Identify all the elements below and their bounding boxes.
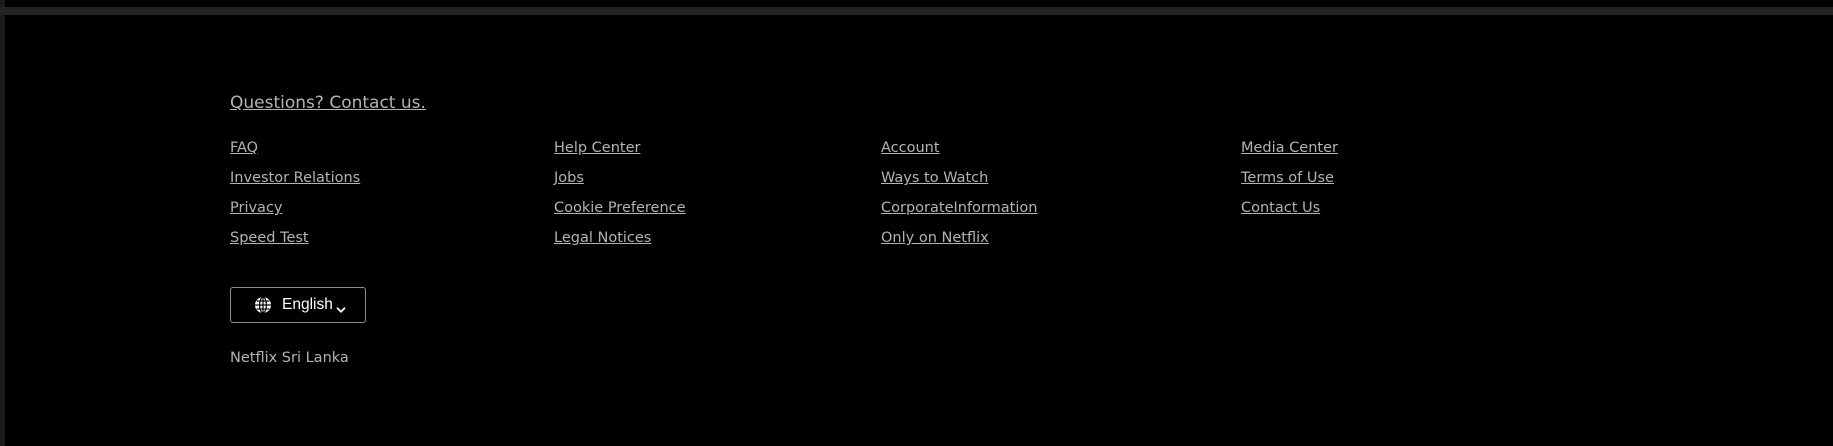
footer-link-investor-relations[interactable]: Investor Relations (230, 169, 360, 199)
netflix-footer-page: Questions? Contact us. FAQ Investor Rela… (0, 0, 1833, 446)
chevron-down-icon (336, 300, 346, 313)
footer-link-cookie-preference[interactable]: Cookie Preference (554, 199, 686, 229)
left-edge-bar (0, 0, 5, 446)
footer-link-help-center[interactable]: Help Center (554, 139, 686, 169)
footer-column-1: FAQ Investor Relations Privacy Speed Tes… (230, 139, 360, 259)
globe-icon (254, 296, 272, 314)
footer-column-2: Help Center Jobs Cookie Preference Legal… (554, 139, 686, 259)
footer-link-only-on-netflix[interactable]: Only on Netflix (881, 229, 1037, 259)
footer-link-contact-us[interactable]: Contact Us (1241, 199, 1338, 229)
footer-link-speed-test[interactable]: Speed Test (230, 229, 360, 259)
footer-link-ways-to-watch[interactable]: Ways to Watch (881, 169, 1037, 199)
footer-column-3: Account Ways to Watch CorporateInformati… (881, 139, 1037, 259)
footer-link-jobs[interactable]: Jobs (554, 169, 686, 199)
footer-column-4: Media Center Terms of Use Contact Us (1241, 139, 1338, 229)
top-divider-bar (0, 7, 1833, 15)
footer-link-account[interactable]: Account (881, 139, 1037, 169)
footer-link-corporate-information[interactable]: CorporateInformation (881, 199, 1037, 229)
footer-link-media-center[interactable]: Media Center (1241, 139, 1338, 169)
country-label: Netflix Sri Lanka (230, 350, 349, 366)
footer-link-legal-notices[interactable]: Legal Notices (554, 229, 686, 259)
footer-link-privacy[interactable]: Privacy (230, 199, 360, 229)
language-select-button[interactable]: English (230, 287, 366, 323)
questions-contact-link[interactable]: Questions? Contact us. (230, 93, 426, 113)
footer-link-faq[interactable]: FAQ (230, 139, 360, 169)
language-selected-label: English (282, 296, 333, 313)
footer-link-terms-of-use[interactable]: Terms of Use (1241, 169, 1338, 199)
